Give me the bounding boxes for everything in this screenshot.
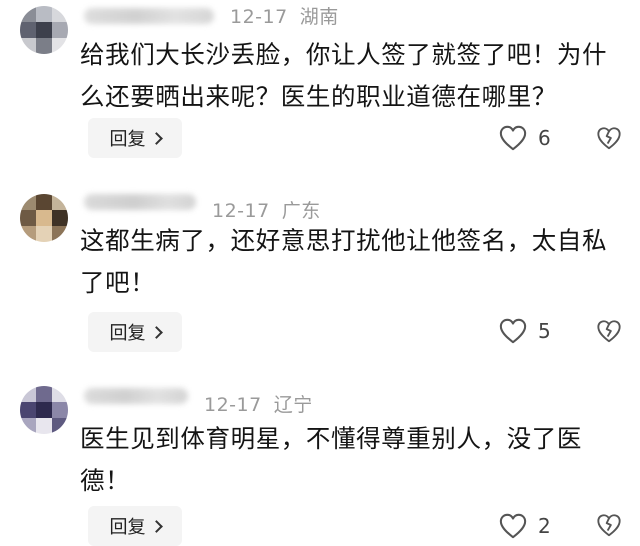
comment-text: 给我们大长沙丢脸，你让人签了就签了吧！为什么还要晒出来呢？医生的职业道德在哪里？ bbox=[80, 40, 608, 111]
like-button[interactable]: 6 bbox=[498, 123, 558, 153]
like-count: 5 bbox=[538, 319, 551, 343]
reply-label: 回复 bbox=[109, 323, 146, 344]
reply-label: 回复 bbox=[109, 129, 146, 150]
avatar[interactable] bbox=[20, 194, 68, 242]
broken-heart-icon bbox=[597, 127, 621, 150]
dislike-button[interactable] bbox=[596, 318, 622, 344]
reply-button[interactable]: 回复 bbox=[88, 118, 182, 158]
dislike-button[interactable] bbox=[596, 125, 622, 151]
like-button[interactable]: 2 bbox=[498, 511, 558, 541]
username-blurred[interactable] bbox=[84, 8, 214, 24]
chevron-right-icon bbox=[149, 325, 163, 339]
heart-outline-icon bbox=[499, 513, 527, 539]
comment-location: 广东 bbox=[281, 200, 321, 222]
comment-location: 辽宁 bbox=[273, 394, 313, 416]
chevron-right-icon bbox=[149, 131, 163, 145]
broken-heart-icon bbox=[597, 514, 621, 537]
dislike-button[interactable] bbox=[596, 512, 622, 538]
heart-outline-icon bbox=[499, 125, 527, 151]
comment-date: 12-17 bbox=[212, 200, 270, 222]
reply-button[interactable]: 回复 bbox=[88, 506, 182, 546]
comment-date: 12-17 bbox=[204, 394, 262, 416]
username-blurred[interactable] bbox=[84, 388, 188, 404]
like-count: 6 bbox=[538, 126, 551, 150]
username-blurred[interactable] bbox=[84, 194, 196, 210]
reply-label: 回复 bbox=[109, 517, 146, 538]
like-count: 2 bbox=[538, 514, 551, 538]
avatar[interactable] bbox=[20, 386, 68, 434]
reply-button[interactable]: 回复 bbox=[88, 312, 182, 352]
comment-location: 湖南 bbox=[299, 6, 339, 28]
comment-date: 12-17 bbox=[230, 6, 288, 28]
avatar[interactable] bbox=[20, 6, 68, 54]
chevron-right-icon bbox=[149, 519, 163, 533]
comment-text: 医生见到体育明星，不懂得尊重别人，没了医德！ bbox=[80, 424, 582, 495]
like-button[interactable]: 5 bbox=[498, 316, 558, 346]
comment-meta: 12-17 辽宁 bbox=[204, 390, 313, 417]
comment-meta: 12-17 湖南 bbox=[230, 2, 339, 29]
heart-outline-icon bbox=[499, 318, 527, 344]
comment-text: 这都生病了，还好意思打扰他让他签名，太自私了吧！ bbox=[80, 226, 608, 297]
broken-heart-icon bbox=[597, 320, 621, 343]
comment-meta: 12-17 广东 bbox=[212, 196, 321, 223]
